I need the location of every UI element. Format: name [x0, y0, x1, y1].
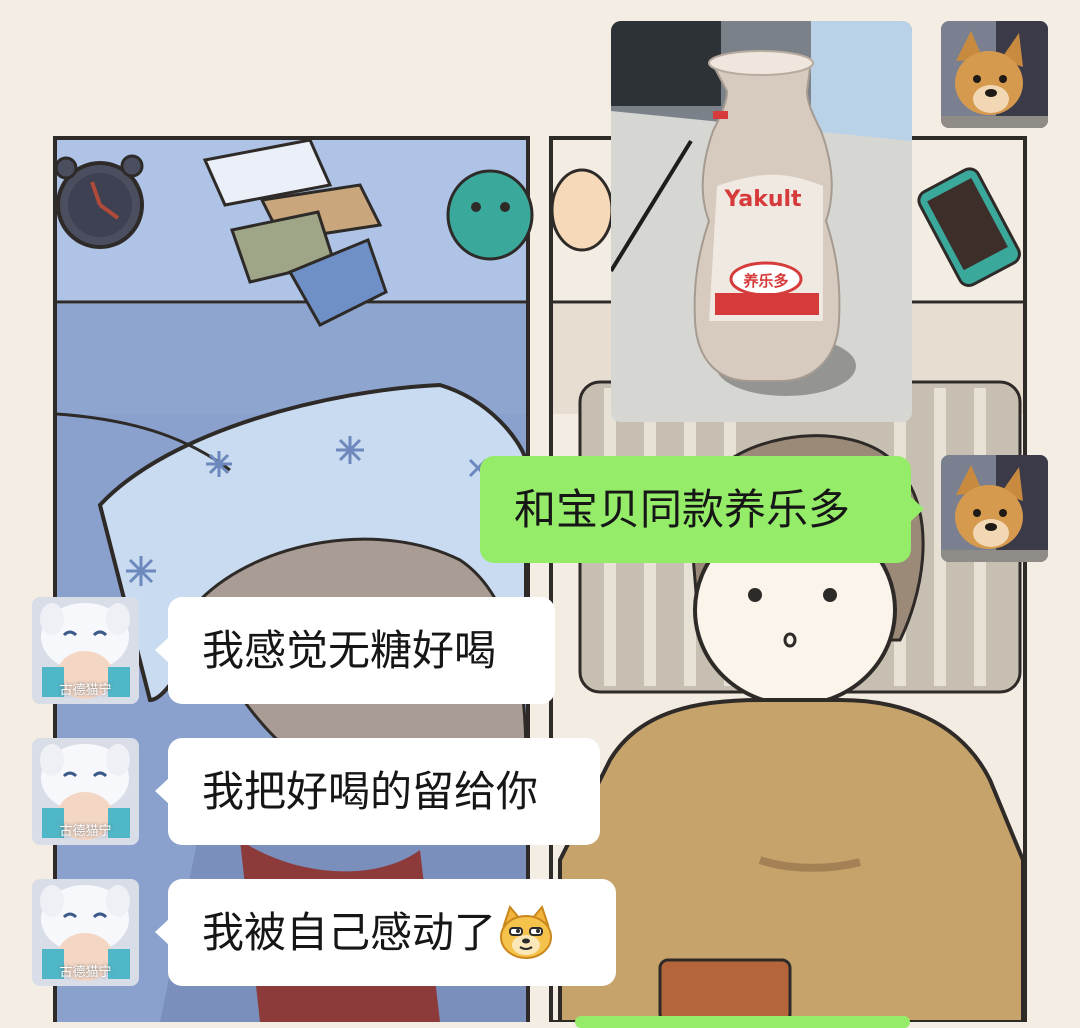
self-avatar[interactable] — [941, 21, 1048, 128]
doge-cat-emoji-icon — [500, 904, 553, 959]
message-bubble-outgoing-partial[interactable] — [575, 1016, 910, 1028]
message-text: 我被自己感动了 — [202, 907, 497, 957]
message-text: 我感觉无糖好喝 — [202, 625, 497, 675]
dog-photo-avatar-icon — [941, 21, 1048, 128]
yakult-bottle-photo[interactable]: Yakult 养乐多 — [611, 21, 912, 422]
avatar-caption: 古德猫宁 — [59, 824, 112, 839]
message-bubble-incoming[interactable]: 我被自己感动了 — [155, 879, 616, 986]
yakult-photo-image: Yakult 养乐多 — [611, 21, 912, 422]
peer-avatar[interactable]: 古德猫宁 — [32, 597, 139, 704]
yakult-label-text: 养乐多 — [742, 272, 788, 290]
message-text: 我把好喝的留给你 — [202, 766, 539, 816]
yakult-brand-text: Yakult — [723, 187, 802, 212]
avatar-caption: 古德猫宁 — [59, 965, 112, 980]
message-bubble-outgoing[interactable]: 和宝贝同款养乐多 — [480, 456, 924, 563]
peer-avatar[interactable]: 古德猫宁 — [32, 738, 139, 845]
avatar-caption: 古德猫宁 — [59, 683, 112, 698]
self-avatar[interactable] — [941, 455, 1048, 562]
message-bubble-incoming[interactable]: 我感觉无糖好喝 — [155, 597, 555, 704]
dog-photo-avatar-icon — [941, 455, 1048, 562]
peer-avatar[interactable]: 古德猫宁 — [32, 879, 139, 986]
message-bubble-incoming[interactable]: 我把好喝的留给你 — [155, 738, 600, 845]
message-text: 和宝贝同款养乐多 — [514, 484, 851, 534]
